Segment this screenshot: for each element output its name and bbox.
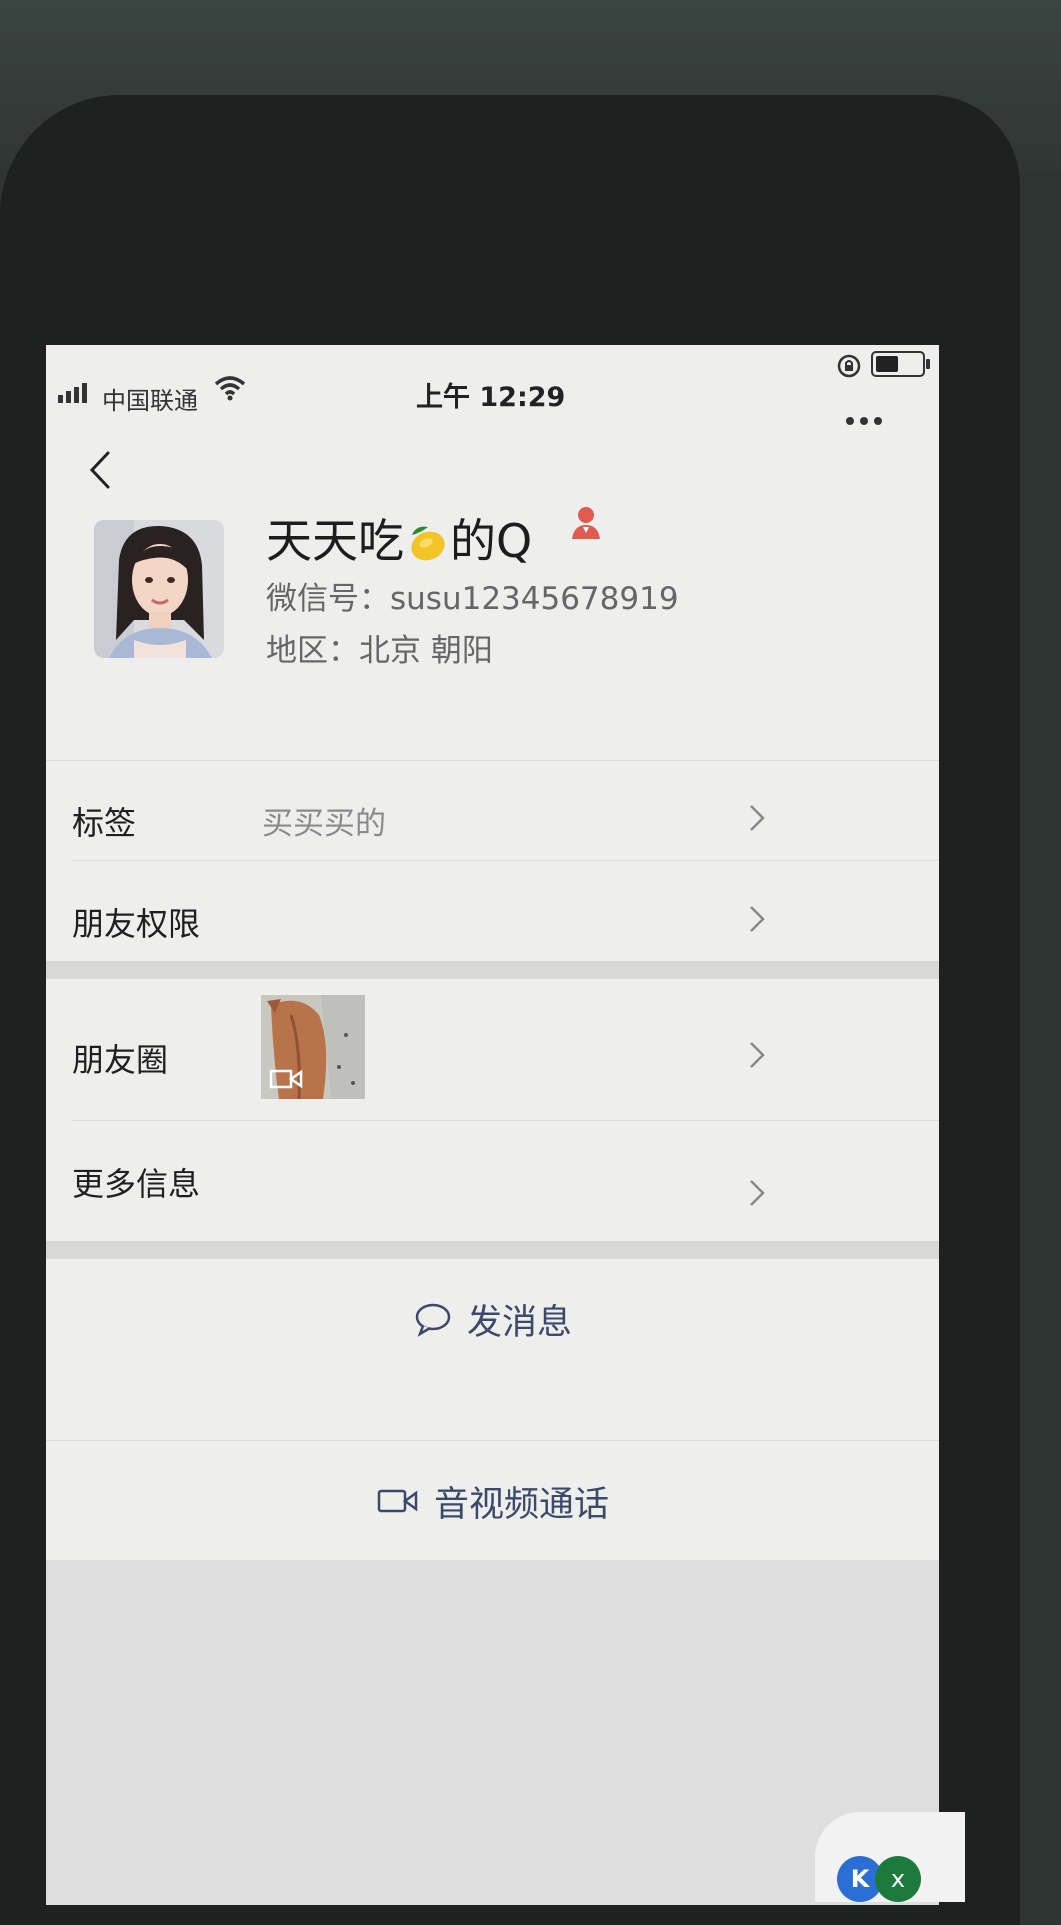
signal-icon <box>58 383 87 403</box>
wifi-icon <box>214 376 246 401</box>
send-message-button[interactable]: 发消息 <box>46 1259 939 1379</box>
avatar[interactable] <box>94 520 224 658</box>
wechat-id-value: susu12345678919 <box>390 581 679 617</box>
friend-permissions-label: 朋友权限 <box>72 905 201 943</box>
video-call-label: 音视频通话 <box>433 1484 609 1525</box>
lemon-emoji-icon <box>411 526 445 561</box>
profile-name: 天天吃 的Q <box>266 505 532 571</box>
moments-row[interactable]: 朋友圈 <box>46 979 939 1119</box>
section-gap <box>46 1241 939 1259</box>
chevron-right-icon <box>750 906 765 932</box>
region-label: 地区： <box>266 633 359 669</box>
verified-badge-icon <box>572 507 600 539</box>
clock: 上午 12:29 <box>416 382 566 413</box>
more-info-label: 更多信息 <box>72 1165 201 1203</box>
battery-icon <box>871 351 930 377</box>
floating-widget[interactable]: K x <box>815 1812 965 1902</box>
region: 地区：北京 朝阳 <box>266 625 493 670</box>
back-arrow-icon[interactable] <box>80 445 120 495</box>
tags-label: 标签 <box>72 804 137 842</box>
video-camera-icon <box>377 1489 418 1513</box>
friend-permissions-row[interactable]: 朋友权限 <box>46 861 939 961</box>
more-icon[interactable] <box>846 417 882 425</box>
tags-row[interactable]: 标签 买买买的 <box>46 760 939 860</box>
more-info-row[interactable]: 更多信息 <box>46 1121 939 1241</box>
send-message-label: 发消息 <box>466 1302 572 1343</box>
name-text-2: 的Q <box>450 514 533 568</box>
moments-label: 朋友圈 <box>72 1041 169 1079</box>
section-gap <box>46 961 939 979</box>
moments-video-thumbnail[interactable] <box>261 995 365 1099</box>
chevron-right-icon <box>750 805 765 831</box>
wechat-id-label: 微信号： <box>266 581 390 617</box>
empty-area <box>46 1560 939 1905</box>
wechat-id: 微信号：susu12345678919 <box>266 573 679 618</box>
app-x-icon[interactable]: x <box>875 1856 921 1902</box>
carrier-label: 中国联通 <box>102 387 198 415</box>
chevron-right-icon <box>750 1042 765 1068</box>
tags-value: 买买买的 <box>262 806 386 842</box>
phone-screen: 中国联通 上午 12:29 天天吃 的Q 微信号：susu12345678919… <box>46 345 939 1905</box>
region-value: 北京 朝阳 <box>359 633 493 669</box>
video-call-button[interactable]: 音视频通话 <box>46 1441 939 1561</box>
chevron-right-icon <box>750 1180 765 1206</box>
chat-bubble-icon <box>415 1303 451 1337</box>
status-bar: 中国联通 上午 12:29 <box>46 345 939 415</box>
name-text-1: 天天吃 <box>266 514 404 568</box>
lock-rotation-icon <box>837 354 861 378</box>
